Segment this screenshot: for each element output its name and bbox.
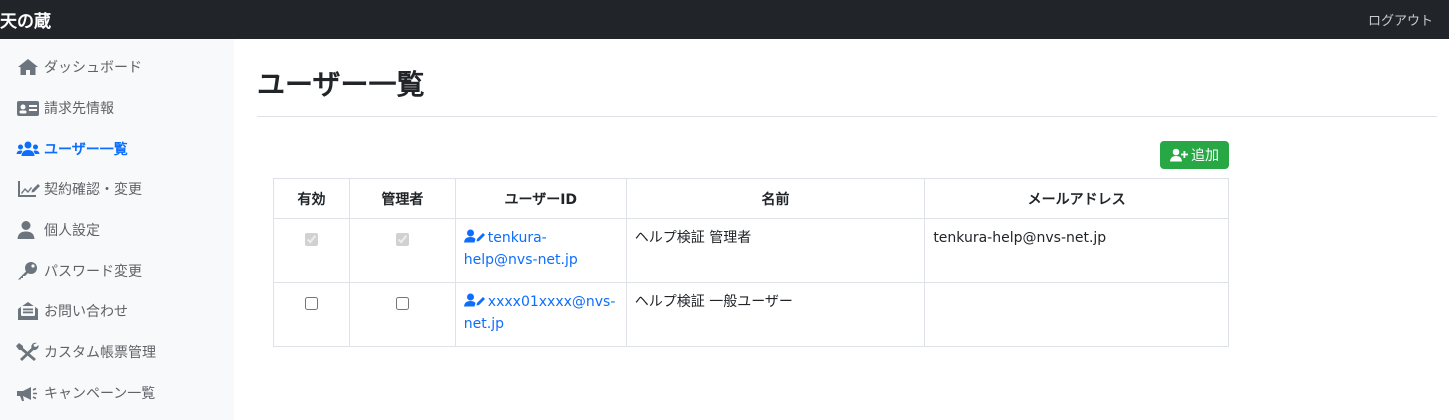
sidebar-item-label: パスワード変更 xyxy=(44,263,142,280)
sidebar-item-billing[interactable]: 請求先情報 xyxy=(0,88,234,129)
cell-name: ヘルプ検証 管理者 xyxy=(625,218,926,283)
sidebar-item-password[interactable]: パスワード変更 xyxy=(0,250,234,291)
chart-edit-icon xyxy=(16,179,42,199)
column-header-name: 名前 xyxy=(625,178,926,219)
users-icon xyxy=(16,139,42,159)
megaphone-icon xyxy=(16,383,42,403)
enabled-checkbox[interactable] xyxy=(304,297,318,310)
user-icon xyxy=(16,220,42,240)
tools-icon xyxy=(16,342,42,362)
user-edit-icon xyxy=(463,293,485,307)
sidebar-item-custom-forms[interactable]: カスタム帳票管理 xyxy=(0,332,234,373)
add-button-label: 追加 xyxy=(1191,148,1219,164)
top-navbar: 天の蔵 ログアウト xyxy=(0,0,1449,39)
sidebar-item-users[interactable]: ユーザー一覧 xyxy=(0,128,234,169)
cell-enabled xyxy=(273,218,350,283)
sidebar-item-personal-settings[interactable]: 個人設定 xyxy=(0,210,234,251)
cell-user-id: tenkura-help@nvs-net.jp xyxy=(454,218,627,283)
sidebar-item-label: ダッシュボード xyxy=(44,60,142,77)
user-plus-icon xyxy=(1170,148,1188,162)
main-content: ユーザー一覧 追加 有効 管理者 ユーザーID 名前 メールアドレス tenku… xyxy=(234,39,1449,420)
brand-title: 天の蔵 xyxy=(0,12,51,32)
cell-admin xyxy=(348,282,456,347)
cell-email: tenkura-help@nvs-net.jp xyxy=(924,218,1229,283)
table-row: tenkura-help@nvs-net.jp ヘルプ検証 管理者 tenkur… xyxy=(273,218,1229,283)
cell-admin xyxy=(348,218,456,283)
user-id-text: net.jp xyxy=(463,316,504,332)
column-header-email: メールアドレス xyxy=(924,178,1229,219)
key-icon xyxy=(16,261,42,281)
table-row: xxxx01xxxx@nvs-net.jp ヘルプ検証 一般ユーザー xyxy=(273,282,1229,347)
column-header-enabled: 有効 xyxy=(273,178,350,219)
sidebar-item-label: ユーザー一覧 xyxy=(44,141,128,158)
id-card-icon xyxy=(16,98,42,118)
sidebar-item-label: 個人設定 xyxy=(44,223,100,240)
sidebar-item-contract[interactable]: 契約確認・変更 xyxy=(0,169,234,210)
page-title: ユーザー一覧 xyxy=(257,68,425,101)
user-edit-icon xyxy=(463,229,485,243)
cell-name: ヘルプ検証 一般ユーザー xyxy=(625,282,926,347)
table-header-row: 有効 管理者 ユーザーID 名前 メールアドレス xyxy=(273,178,1229,219)
sidebar-item-label: 契約確認・変更 xyxy=(44,182,142,199)
sidebar-item-dashboard[interactable]: ダッシュボード xyxy=(0,47,234,88)
admin-checkbox[interactable] xyxy=(395,297,409,310)
envelope-open-icon xyxy=(16,301,42,321)
sidebar-item-label: 請求先情報 xyxy=(44,101,114,118)
user-id-link[interactable]: tenkura-help@nvs-net.jp xyxy=(463,229,578,268)
user-id-link[interactable]: xxxx01xxxx@nvs-net.jp xyxy=(463,293,616,332)
home-icon xyxy=(16,57,42,77)
cell-user-id: xxxx01xxxx@nvs-net.jp xyxy=(454,282,627,347)
add-user-button[interactable]: 追加 xyxy=(1160,141,1229,169)
sidebar-item-label: お問い合わせ xyxy=(44,304,128,321)
sidebar-item-contact[interactable]: お問い合わせ xyxy=(0,291,234,332)
column-header-admin: 管理者 xyxy=(348,178,456,219)
sidebar: ダッシュボード 請求先情報 ユーザー一覧 契約確認・変更 個人設定 パスワード変… xyxy=(0,39,234,420)
user-id-text: tenkura- xyxy=(487,230,547,246)
logout-link[interactable]: ログアウト xyxy=(1368,10,1433,29)
user-id-text: xxxx01xxxx@nvs- xyxy=(487,294,616,310)
users-table: 有効 管理者 ユーザーID 名前 メールアドレス tenkura-help@nv… xyxy=(273,178,1229,347)
sidebar-item-label: カスタム帳票管理 xyxy=(44,345,156,362)
admin-checkbox[interactable] xyxy=(395,233,409,246)
cell-email xyxy=(924,282,1229,347)
title-divider xyxy=(257,116,1437,117)
cell-enabled xyxy=(273,282,350,347)
user-id-text: help@nvs-net.jp xyxy=(463,252,578,268)
sidebar-item-label: キャンペーン一覧 xyxy=(44,385,156,402)
column-header-user-id: ユーザーID xyxy=(454,178,627,219)
sidebar-item-campaigns[interactable]: キャンペーン一覧 xyxy=(0,373,234,414)
enabled-checkbox[interactable] xyxy=(304,233,318,246)
